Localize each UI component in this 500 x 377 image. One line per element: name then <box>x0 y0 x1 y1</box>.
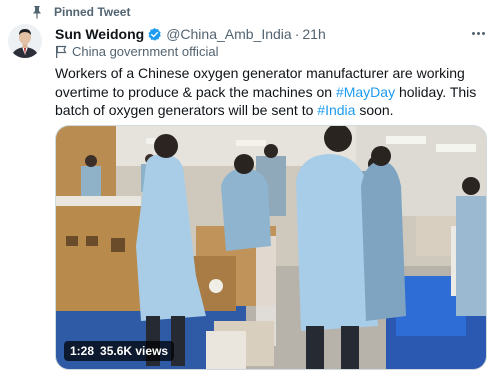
hashtag-link[interactable]: #MayDay <box>336 84 395 100</box>
tweet-timestamp[interactable]: 21h <box>302 26 325 42</box>
avatar-image <box>8 24 42 58</box>
dot-separator: · <box>294 26 300 42</box>
video-duration: 1:28 <box>70 344 95 358</box>
video-stats: 1:28 35.6K views <box>64 341 175 361</box>
author-name[interactable]: Sun Weidong <box>55 26 144 42</box>
video-frame <box>56 126 486 369</box>
tweet-text: Workers of a Chinese oxygen generator ma… <box>55 64 485 120</box>
flag-icon <box>56 45 67 58</box>
affiliation-text: China government official <box>72 44 219 59</box>
verified-badge-icon <box>148 27 161 41</box>
avatar[interactable] <box>8 24 42 58</box>
video-player[interactable]: 1:28 35.6K views <box>55 125 487 370</box>
pin-icon <box>33 6 41 19</box>
more-options-button[interactable] <box>468 24 488 42</box>
tweet-header: Sun Weidong @China_Amb_India · 21h <box>55 26 470 42</box>
hashtag-link[interactable]: #India <box>317 102 355 118</box>
dot-icon <box>481 31 485 35</box>
pinned-label: Pinned Tweet <box>54 5 131 19</box>
video-views: 35.6K views <box>100 344 169 358</box>
tweet-text-part: soon. <box>355 102 394 118</box>
dot-icon <box>471 31 475 35</box>
author-handle[interactable]: @China_Amb_India <box>166 26 292 42</box>
pinned-indicator: Pinned Tweet <box>33 4 131 20</box>
dot-icon <box>476 31 480 35</box>
affiliation-label: China government official <box>55 44 218 59</box>
